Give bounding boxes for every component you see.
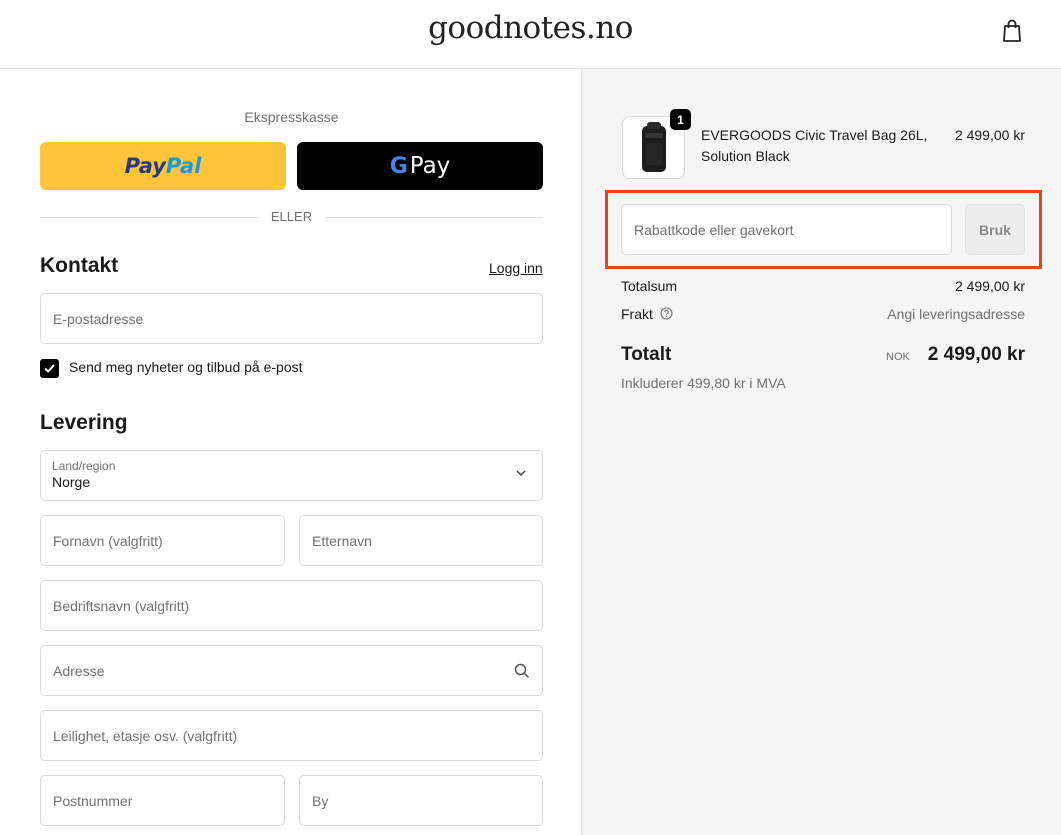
- first-name-field[interactable]: Fornavn (valgfritt): [40, 515, 285, 566]
- email-field[interactable]: E-postadresse: [40, 293, 543, 344]
- paypal-logo-part2: Pal: [165, 154, 202, 178]
- site-header: goodnotes.no: [0, 0, 1061, 69]
- paypal-button[interactable]: Pay Pal: [40, 142, 286, 190]
- help-circle-icon[interactable]: [660, 307, 673, 320]
- newsletter-checkbox[interactable]: [40, 359, 59, 378]
- total-amount: 2 499,00 kr: [927, 344, 1025, 365]
- address-field[interactable]: Adresse: [40, 645, 543, 696]
- shopping-bag-icon[interactable]: [1000, 18, 1024, 44]
- login-link[interactable]: Logg inn: [489, 260, 543, 276]
- divider-left: [40, 217, 258, 218]
- express-checkout-label: Ekspresskasse: [244, 109, 339, 125]
- search-icon: [514, 663, 530, 679]
- city-field[interactable]: By: [299, 775, 543, 826]
- chevron-down-icon: [516, 470, 526, 477]
- discount-code-field[interactable]: Rabattkode eller gavekort: [621, 204, 952, 255]
- subtotal-label: Totalsum: [621, 278, 678, 294]
- shipping-label: Frakt: [621, 306, 653, 322]
- product-price: 2 499,00 kr: [954, 127, 1025, 143]
- google-pay-label: Pay: [409, 153, 451, 179]
- company-field[interactable]: Bedriftsnavn (valgfritt): [40, 580, 543, 631]
- paypal-logo-part1: Pay: [124, 154, 166, 178]
- checkout-form: Ekspresskasse Pay Pal G Pay ELLER Kontakt…: [0, 69, 581, 835]
- order-summary: 1 EVERGOODS Civic Travel Bag 26L, Soluti…: [581, 69, 1061, 835]
- subtotal-value: 2 499,00 kr: [954, 278, 1025, 294]
- divider-label: ELLER: [270, 209, 313, 224]
- product-name: EVERGOODS Civic Travel Bag 26L, Solution…: [701, 127, 928, 164]
- brand-logo[interactable]: goodnotes.no: [0, 10, 1061, 46]
- country-value: Norge: [52, 474, 91, 490]
- google-g-icon: G: [389, 153, 408, 179]
- contact-heading: Kontakt: [40, 254, 119, 277]
- newsletter-label: Send meg nyheter og tilbud på e-post: [69, 359, 303, 375]
- total-label: Totalt: [621, 344, 672, 365]
- shipping-value: Angi leveringsadresse: [887, 306, 1025, 322]
- google-pay-button[interactable]: G Pay: [297, 142, 543, 190]
- apply-discount-button[interactable]: Bruk: [965, 204, 1025, 255]
- quantity-badge: 1: [670, 109, 691, 130]
- checkmark-icon: [44, 364, 55, 373]
- country-label: Land/region: [52, 459, 116, 473]
- postcode-field[interactable]: Postnummer: [40, 775, 285, 826]
- last-name-field[interactable]: Etternavn: [299, 515, 543, 566]
- delivery-heading: Levering: [40, 411, 128, 434]
- divider-right: [325, 217, 543, 218]
- vat-note: Inkluderer 499,80 kr i MVA: [621, 375, 786, 391]
- country-select[interactable]: [40, 450, 543, 501]
- apartment-field[interactable]: Leilighet, etasje osv. (valgfritt): [40, 710, 543, 761]
